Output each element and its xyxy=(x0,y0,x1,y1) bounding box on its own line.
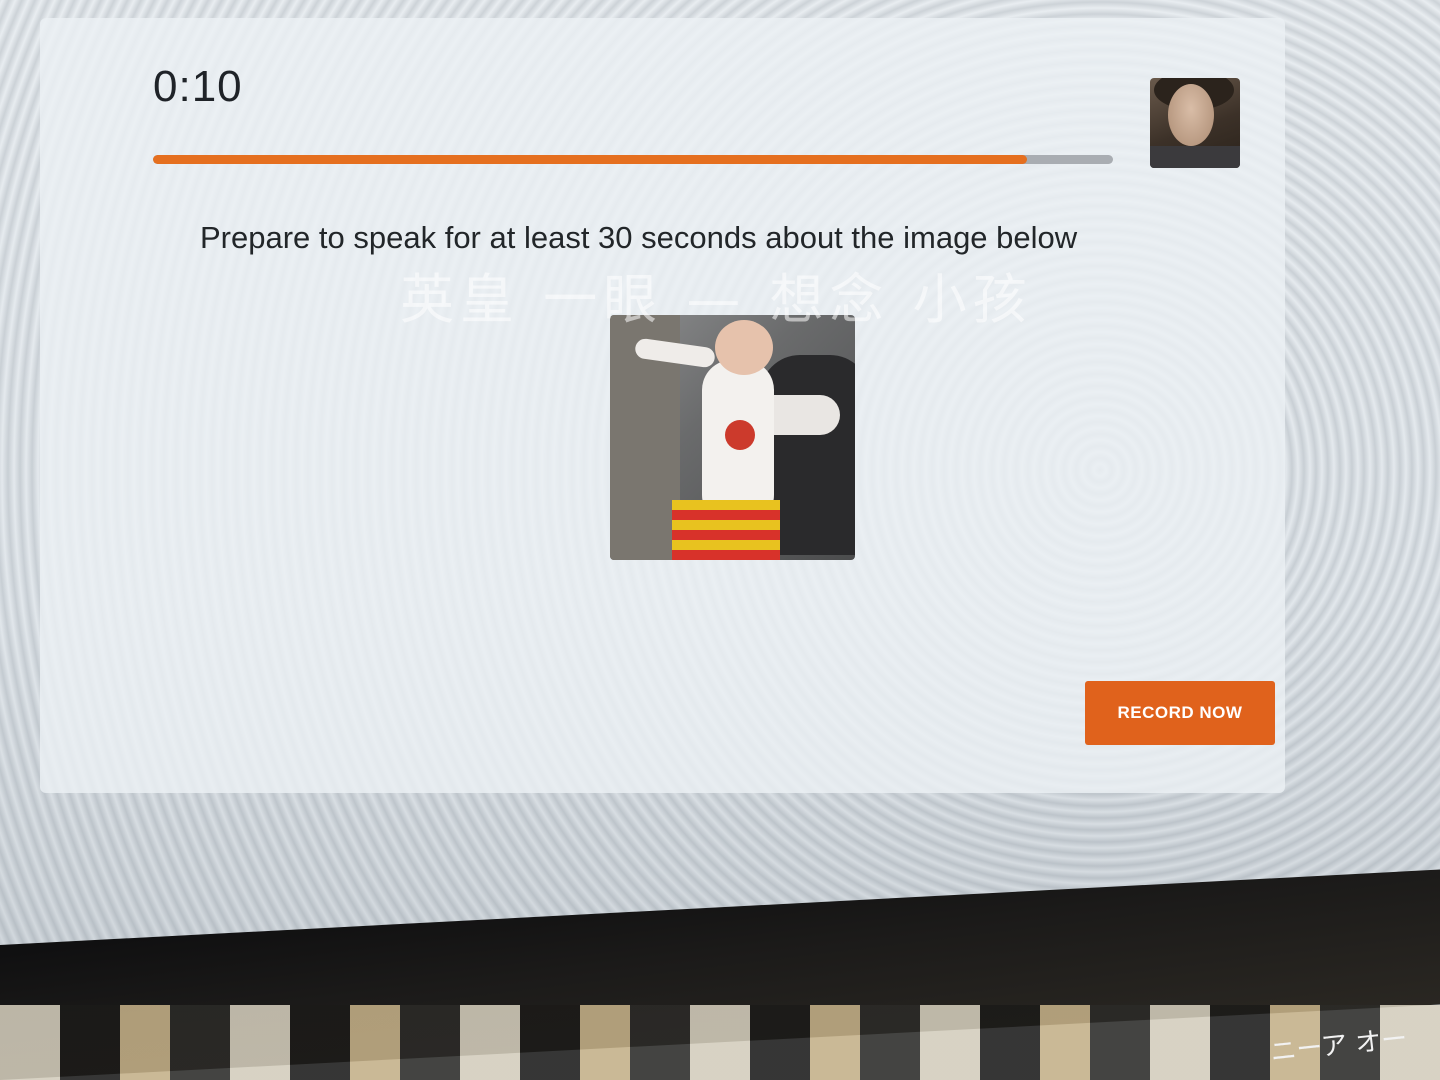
background-poster xyxy=(0,1005,1440,1080)
progress-bar xyxy=(153,155,1113,164)
webcam-preview xyxy=(1150,78,1240,168)
countdown-timer: 0:10 xyxy=(153,62,243,111)
describe-image-photo xyxy=(610,315,855,560)
task-instruction: Prepare to speak for at least 30 seconds… xyxy=(200,220,1078,255)
record-now-button[interactable]: RECORD NOW xyxy=(1085,681,1275,745)
webcam-face xyxy=(1168,84,1214,146)
webcam-shirt xyxy=(1150,146,1240,168)
photo-toy-block xyxy=(672,500,780,560)
photo-baby-bib xyxy=(725,420,755,450)
monitor-screen: 0:10 Prepare to speak for at least 30 se… xyxy=(0,0,1440,1000)
progress-bar-fill xyxy=(153,155,1027,164)
watermark-text: 英皇 一眼 — 想念 小孩 xyxy=(400,268,1033,331)
